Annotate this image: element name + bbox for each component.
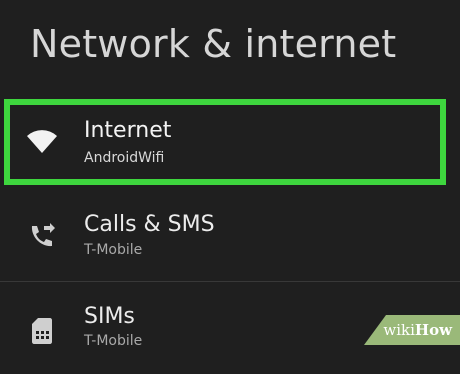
- settings-item-internet[interactable]: Internet AndroidWifi: [0, 98, 460, 188]
- settings-item-label: SIMs: [84, 304, 135, 329]
- wifi-icon: [27, 130, 57, 153]
- page-title: Network & internet: [30, 22, 397, 66]
- settings-item-calls-sms[interactable]: Calls & SMS T-Mobile: [0, 196, 460, 286]
- settings-item-summary: T-Mobile: [84, 242, 143, 258]
- settings-item-label: Internet: [84, 118, 172, 143]
- phone-forward-icon: [31, 223, 55, 247]
- settings-item-summary: AndroidWifi: [84, 150, 165, 166]
- settings-item-label: Calls & SMS: [84, 212, 215, 237]
- watermark-logo: wikiHow: [383, 321, 452, 339]
- sim-card-icon: [32, 318, 52, 344]
- settings-item-summary: T-Mobile: [84, 333, 143, 349]
- watermark-brand: How: [414, 321, 452, 339]
- divider: [0, 281, 460, 282]
- watermark-prefix: wiki: [383, 321, 415, 339]
